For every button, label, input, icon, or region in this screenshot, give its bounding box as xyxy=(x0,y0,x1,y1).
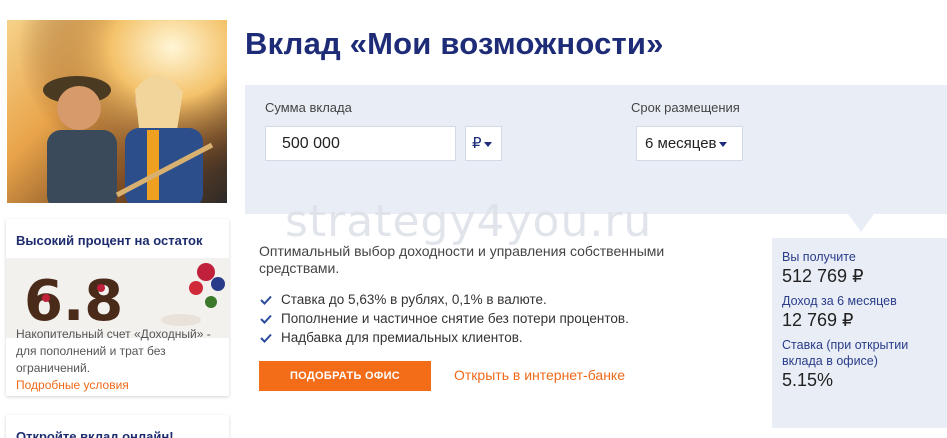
check-icon xyxy=(260,295,272,305)
feature-item: Пополнение и частичное снятие без потери… xyxy=(259,309,629,328)
currency-value: ₽ xyxy=(472,135,482,152)
couple-photo-illustration xyxy=(7,20,227,203)
term-label: Срок размещения xyxy=(631,100,740,115)
receive-label: Вы получите xyxy=(782,250,856,264)
receive-value: 512 769 ₽ xyxy=(782,266,864,286)
term-value: 6 месяцев xyxy=(645,135,717,152)
currency-select[interactable]: ₽ xyxy=(465,126,502,161)
income-value: 12 769 ₽ xyxy=(782,310,854,330)
detailed-terms-link[interactable]: Подробные условия xyxy=(16,377,226,394)
open-internet-bank-link[interactable]: Открыть в интернет-банке xyxy=(454,367,625,383)
check-icon xyxy=(260,314,272,324)
feature-list: Ставка до 5,63% в рублях, 0,1% в валюте.… xyxy=(259,290,629,347)
amount-label: Сумма вклада xyxy=(265,100,352,115)
hero-photo xyxy=(7,20,227,203)
deposit-calculator: Сумма вклада 500 000 ₽ Срок размещения 6… xyxy=(245,85,947,214)
feature-item: Ставка до 5,63% в рублях, 0,1% в валюте. xyxy=(259,290,629,309)
promo-title: Откройте вклад онлайн! xyxy=(16,429,174,438)
page-title: Вклад «Мои возможности» xyxy=(245,26,664,61)
promo-description: Накопительный счет «Доходный» - для попо… xyxy=(16,326,226,394)
term-select[interactable]: 6 месяцев xyxy=(636,126,743,161)
feature-text: Ставка до 5,63% в рублях, 0,1% в валюте. xyxy=(281,292,547,307)
watermark: strategy4you.ru xyxy=(285,196,653,247)
promo-card-high-interest[interactable]: Высокий процент на остаток 6.8 Накопител… xyxy=(6,219,229,396)
rate-label: Ставка (при открытии вклада в офисе) xyxy=(782,338,909,368)
promo-image-digits: 6.8 xyxy=(24,269,123,334)
feature-item: Надбавка для премиальных клиентов. xyxy=(259,328,629,347)
amount-input[interactable]: 500 000 xyxy=(265,126,456,161)
chevron-down-icon xyxy=(483,141,492,147)
promo-title: Высокий процент на остаток xyxy=(16,233,203,248)
promo-card-open-online[interactable]: Откройте вклад онлайн! xyxy=(6,415,229,438)
promo-description-text: Накопительный счет «Доходный» - для попо… xyxy=(16,327,211,375)
panel-pointer xyxy=(848,214,874,232)
find-office-button[interactable]: Подобрать офис xyxy=(259,361,431,391)
income-label: Доход за 6 месяцев xyxy=(782,294,897,308)
chevron-down-icon xyxy=(718,141,727,147)
feature-text: Надбавка для премиальных клиентов. xyxy=(281,330,523,345)
check-icon xyxy=(260,333,272,343)
feature-text: Пополнение и частичное снятие без потери… xyxy=(281,311,629,326)
rate-value: 5.15% xyxy=(782,370,834,390)
deposit-description: Оптимальный выбор доходности и управлени… xyxy=(259,243,665,276)
result-panel: Вы получите 512 769 ₽ Доход за 6 месяцев… xyxy=(772,238,947,428)
